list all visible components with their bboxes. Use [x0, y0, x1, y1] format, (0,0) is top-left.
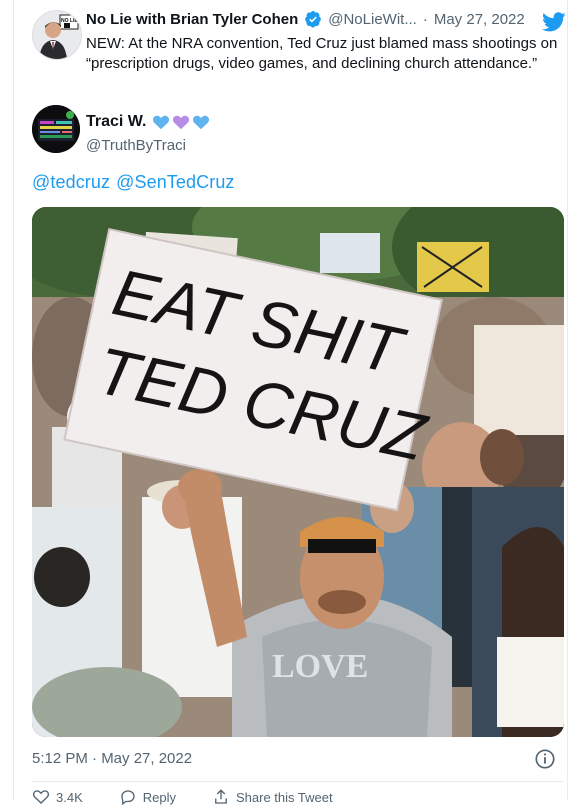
shirt-text: LOVE: [272, 648, 368, 685]
mention-link[interactable]: @SenTedCruz: [116, 172, 234, 192]
share-button[interactable]: Share this Tweet: [212, 788, 333, 806]
like-icon: [32, 790, 50, 804]
twitter-bird-icon[interactable]: [542, 10, 566, 34]
divider: [32, 781, 564, 782]
reply-icon: [121, 790, 135, 806]
avatar[interactable]: [32, 105, 80, 153]
tweet-photo[interactable]: LOVE EAT SHIT TED CRUZ: [32, 207, 564, 737]
tweet-actions: 3.4K Reply Share this Tweet: [32, 788, 564, 806]
tweet-date[interactable]: May 27, 2022: [434, 11, 525, 28]
blue-heart-icon: [193, 115, 210, 130]
author-handle[interactable]: @NoLieWit...: [328, 11, 417, 28]
heart-emojis: [152, 114, 210, 130]
quoted-tweet-text: NEW: At the NRA convention, Ted Cruz jus…: [86, 35, 558, 72]
like-count: 3.4K: [56, 789, 83, 805]
verified-badge-icon: [305, 10, 322, 28]
protest-photo: LOVE EAT SHIT TED CRUZ: [32, 207, 564, 737]
avatar[interactable]: NO LIE: [32, 10, 82, 60]
share-label: Share this Tweet: [236, 789, 333, 805]
avatar-image: [32, 105, 80, 153]
info-icon[interactable]: [534, 748, 556, 770]
share-icon: [215, 789, 227, 804]
reply-button[interactable]: Reply: [119, 788, 176, 806]
avatar-image: NO LIE: [33, 11, 81, 59]
mention-link[interactable]: @tedcruz: [32, 172, 110, 192]
separator-dot: ·: [422, 10, 428, 28]
quoted-tweet[interactable]: NO LIE No Lie with Brian Tyler Cohen @No…: [32, 6, 568, 98]
author-handle[interactable]: @TruthByTraci: [86, 137, 186, 154]
tweet-author: Traci W. @TruthByTraci: [32, 105, 552, 165]
quoted-tweet-header: No Lie with Brian Tyler Cohen @NoLieWit.…: [86, 10, 562, 28]
author-name-row: Traci W.: [86, 113, 210, 131]
author-name[interactable]: Traci W.: [86, 113, 146, 131]
tweet-timestamp[interactable]: 5:12 PM · May 27, 2022: [32, 750, 192, 767]
purple-heart-icon: [173, 115, 190, 130]
frame-border-left: [13, 0, 14, 800]
like-button[interactable]: 3.4K: [32, 788, 83, 806]
blue-heart-icon: [153, 115, 170, 130]
author-name[interactable]: No Lie with Brian Tyler Cohen: [86, 11, 298, 28]
reply-label: Reply: [142, 789, 176, 805]
tweet-text: @tedcruz @SenTedCruz: [32, 172, 241, 193]
